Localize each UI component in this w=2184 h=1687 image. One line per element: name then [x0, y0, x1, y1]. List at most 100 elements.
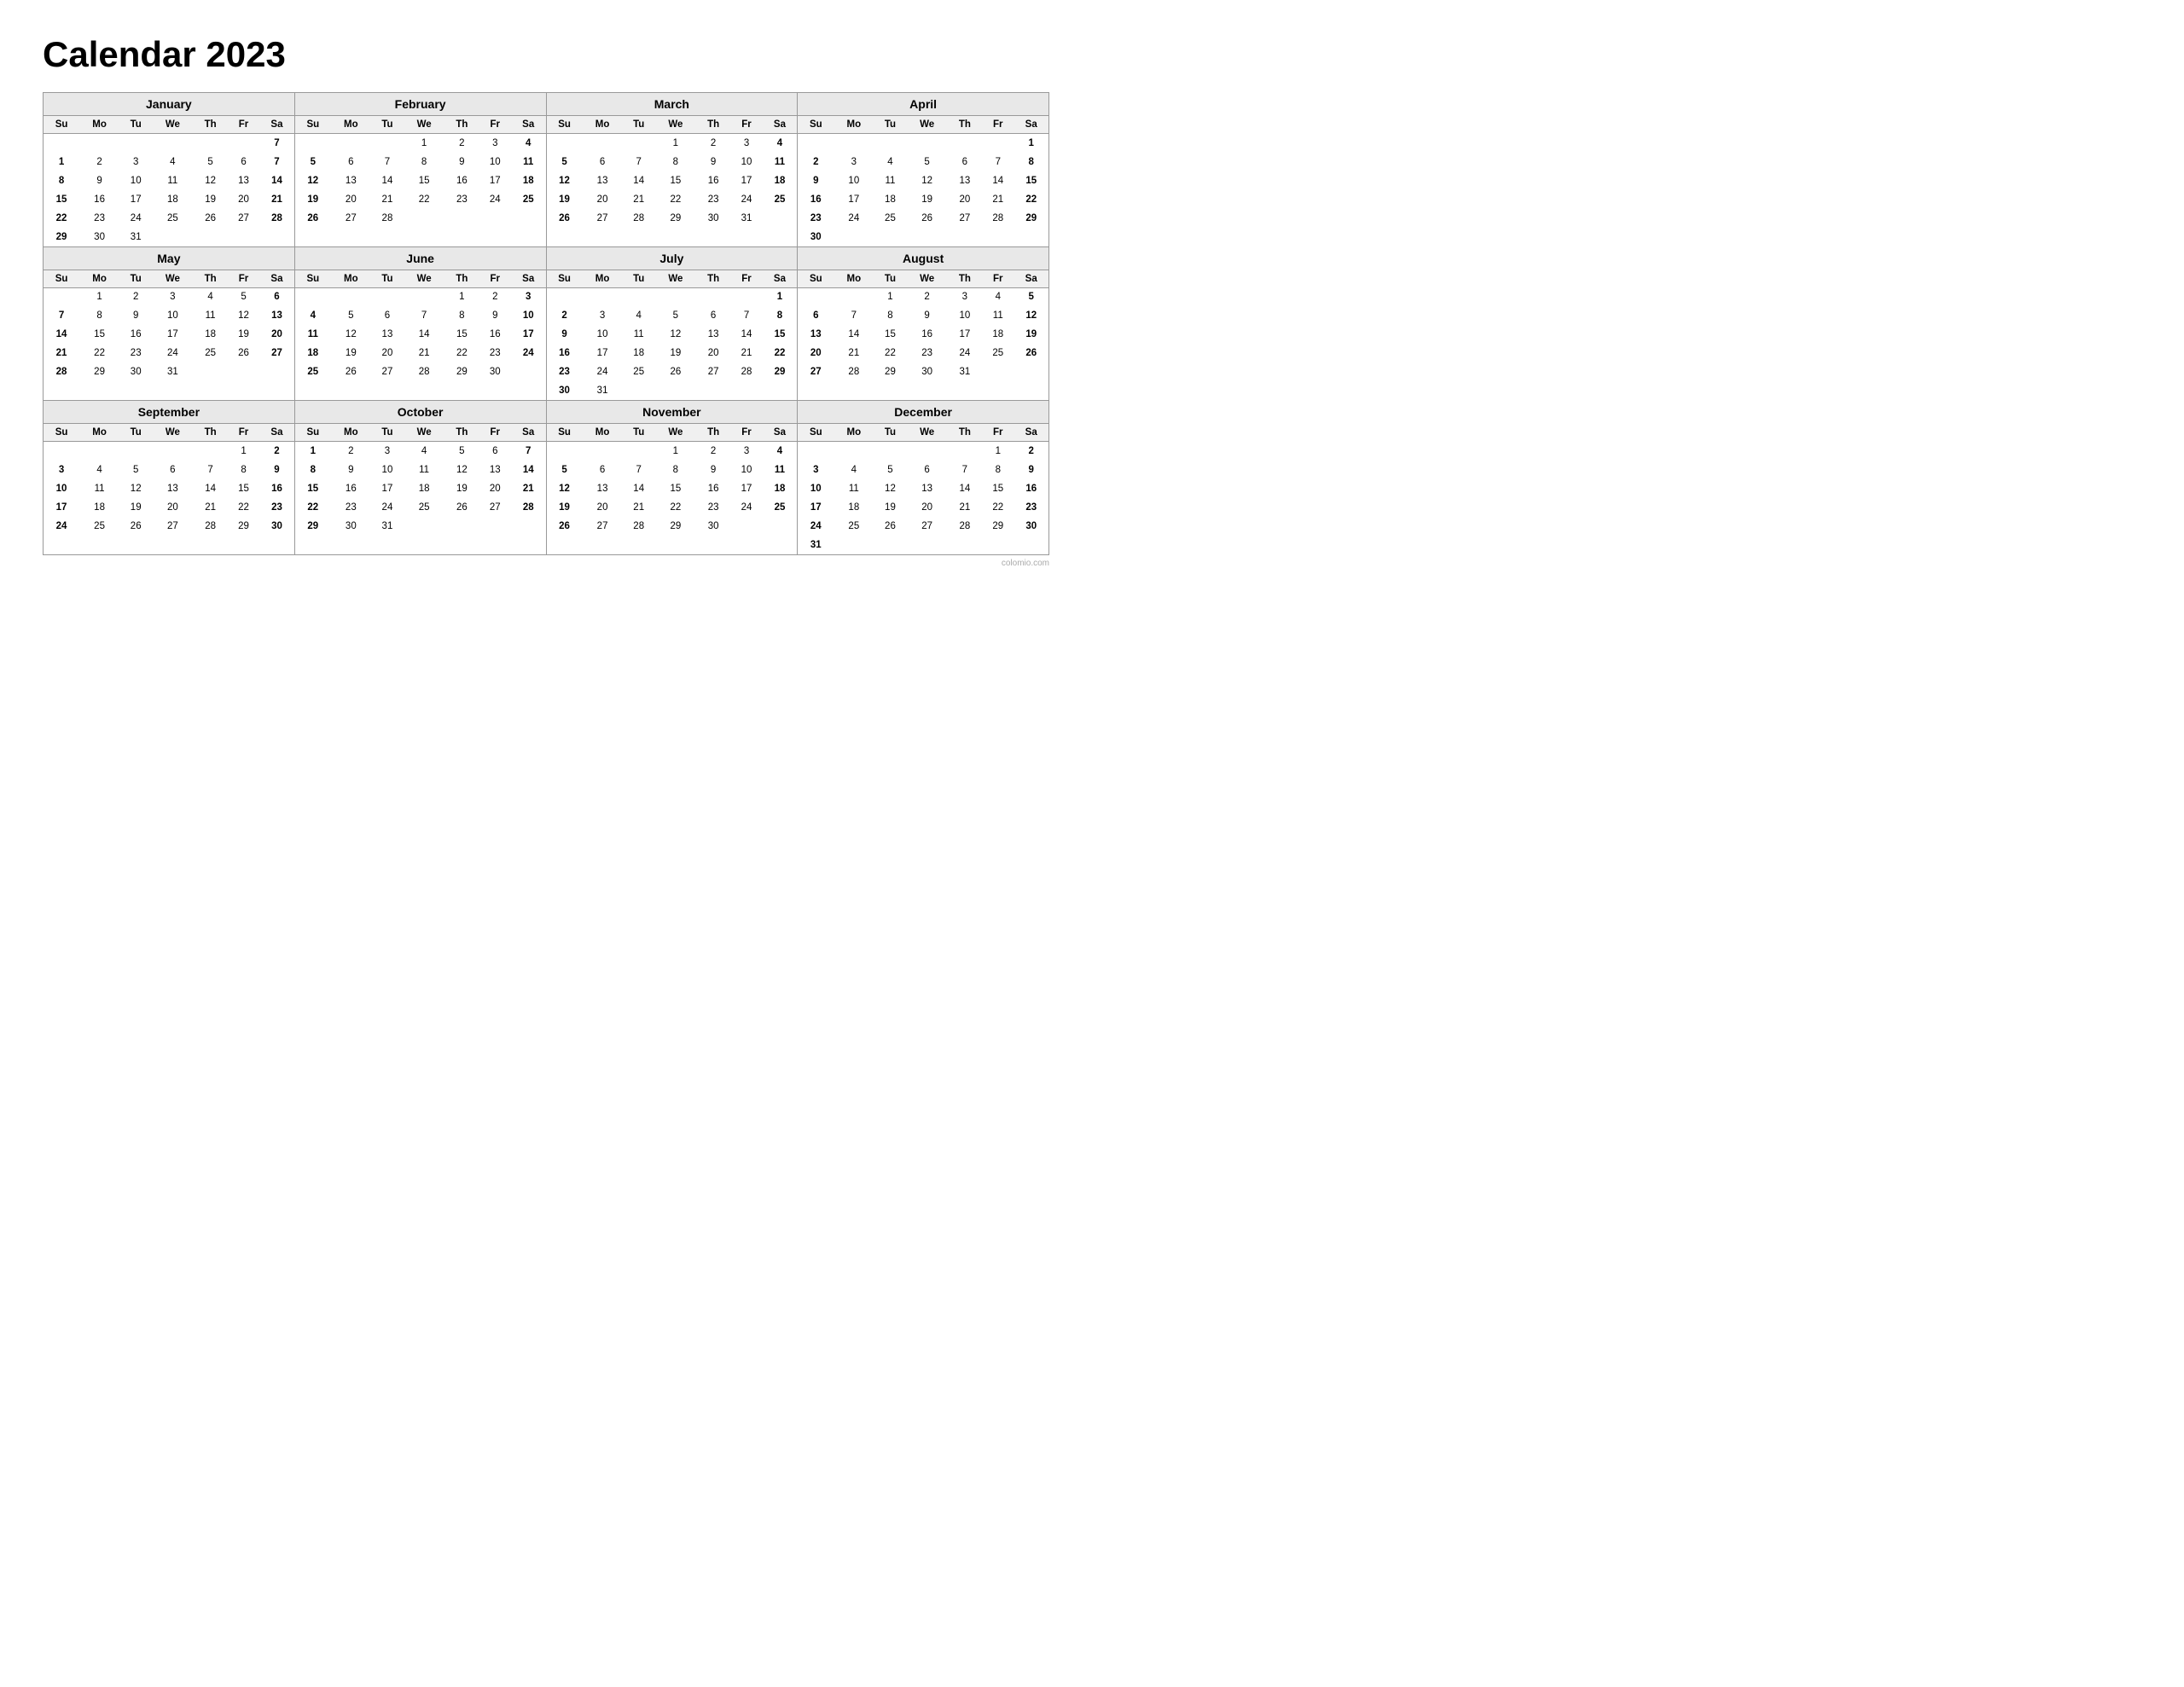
- day-cell: [798, 134, 834, 153]
- weekday-header: We: [907, 424, 948, 442]
- day-cell: 25: [511, 190, 546, 209]
- day-cell: [479, 536, 511, 554]
- weekday-header: Th: [444, 116, 479, 134]
- day-cell: 21: [623, 498, 655, 517]
- day-cell: 16: [907, 325, 948, 344]
- day-cell: 26: [655, 362, 696, 381]
- weekday-header: Fr: [730, 424, 762, 442]
- day-cell: 8: [444, 306, 479, 325]
- day-cell: [479, 209, 511, 228]
- day-cell: 9: [479, 306, 511, 325]
- day-cell: 26: [444, 498, 479, 517]
- month-table: SuMoTuWeThFrSa12345678910111213141516171…: [295, 424, 546, 554]
- day-cell: [193, 362, 228, 381]
- day-cell: 14: [948, 479, 983, 498]
- weekday-header: Sa: [511, 270, 546, 288]
- day-cell: [44, 381, 79, 400]
- weekday-header: Su: [547, 424, 583, 442]
- day-cell: 7: [259, 134, 294, 153]
- day-cell: 17: [44, 498, 79, 517]
- day-cell: 23: [696, 498, 731, 517]
- day-cell: [907, 134, 948, 153]
- day-cell: [696, 381, 731, 400]
- day-cell: [479, 381, 511, 400]
- weekday-header: Fr: [479, 270, 511, 288]
- month-may: MaySuMoTuWeThFrSa12345678910111213141516…: [44, 247, 295, 402]
- day-cell: [228, 134, 259, 153]
- day-cell: 19: [547, 190, 583, 209]
- day-cell: 1: [655, 442, 696, 461]
- day-cell: 14: [44, 325, 79, 344]
- day-cell: [623, 228, 655, 246]
- month-august: AugustSuMoTuWeThFrSa12345678910111213141…: [798, 247, 1049, 402]
- day-cell: 21: [834, 344, 874, 362]
- day-cell: 14: [259, 171, 294, 190]
- day-cell: 16: [798, 190, 834, 209]
- day-cell: 12: [193, 171, 228, 190]
- day-cell: 29: [874, 362, 906, 381]
- day-cell: [404, 536, 444, 554]
- weekday-header: Mo: [331, 424, 371, 442]
- day-cell: [907, 228, 948, 246]
- day-cell: 15: [79, 325, 119, 344]
- day-cell: [982, 536, 1014, 554]
- day-cell: 24: [583, 362, 623, 381]
- day-cell: 16: [696, 479, 731, 498]
- day-cell: 2: [331, 442, 371, 461]
- day-cell: 22: [763, 344, 798, 362]
- day-cell: 28: [834, 362, 874, 381]
- day-cell: 12: [655, 325, 696, 344]
- day-cell: 23: [79, 209, 119, 228]
- day-cell: [44, 287, 79, 306]
- day-cell: [404, 228, 444, 246]
- day-cell: 1: [655, 134, 696, 153]
- day-cell: 27: [371, 362, 404, 381]
- day-cell: [371, 381, 404, 400]
- day-cell: 17: [730, 171, 762, 190]
- day-cell: 25: [623, 362, 655, 381]
- day-cell: [948, 442, 983, 461]
- month-title: May: [44, 247, 294, 270]
- day-cell: 5: [228, 287, 259, 306]
- day-cell: [295, 536, 331, 554]
- day-cell: 4: [763, 134, 798, 153]
- day-cell: 6: [583, 153, 623, 171]
- day-cell: [1014, 362, 1048, 381]
- day-cell: 7: [193, 461, 228, 479]
- day-cell: [152, 381, 193, 400]
- day-cell: 6: [479, 442, 511, 461]
- day-cell: [874, 381, 906, 400]
- day-cell: 7: [44, 306, 79, 325]
- day-cell: 9: [547, 325, 583, 344]
- day-cell: 25: [763, 498, 798, 517]
- day-cell: 12: [228, 306, 259, 325]
- weekday-header: Th: [193, 424, 228, 442]
- day-cell: 23: [798, 209, 834, 228]
- day-cell: 5: [547, 461, 583, 479]
- day-cell: 4: [79, 461, 119, 479]
- day-cell: 28: [259, 209, 294, 228]
- day-cell: 5: [193, 153, 228, 171]
- day-cell: 23: [547, 362, 583, 381]
- weekday-header: Th: [444, 424, 479, 442]
- day-cell: 4: [193, 287, 228, 306]
- day-cell: 5: [547, 153, 583, 171]
- day-cell: 29: [655, 209, 696, 228]
- day-cell: 9: [798, 171, 834, 190]
- day-cell: [834, 381, 874, 400]
- day-cell: 4: [763, 442, 798, 461]
- day-cell: 31: [119, 228, 152, 246]
- day-cell: 24: [948, 344, 983, 362]
- day-cell: 14: [404, 325, 444, 344]
- month-title: June: [295, 247, 546, 270]
- day-cell: 26: [331, 362, 371, 381]
- day-cell: 22: [444, 344, 479, 362]
- weekday-header: We: [655, 424, 696, 442]
- weekday-header: Tu: [119, 270, 152, 288]
- day-cell: 9: [907, 306, 948, 325]
- day-cell: [444, 536, 479, 554]
- day-cell: 5: [655, 306, 696, 325]
- day-cell: 19: [119, 498, 152, 517]
- day-cell: 3: [44, 461, 79, 479]
- day-cell: 14: [834, 325, 874, 344]
